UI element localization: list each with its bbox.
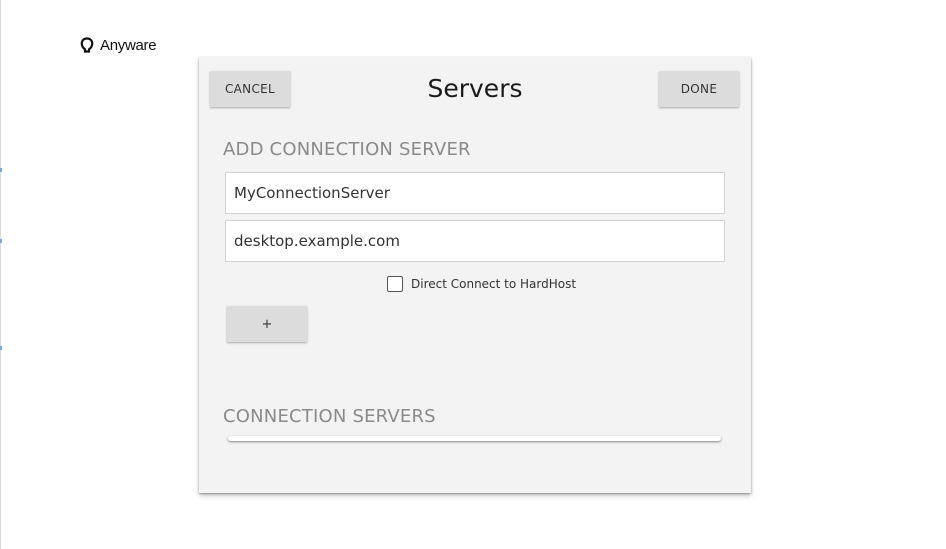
left-panel-marker	[0, 239, 2, 243]
connection-servers-list	[228, 436, 721, 441]
server-name-input[interactable]	[225, 172, 725, 214]
connection-servers-heading: CONNECTION SERVERS	[223, 406, 436, 427]
anyware-logo-icon	[80, 37, 94, 53]
left-panel-marker	[0, 168, 2, 172]
direct-connect-label[interactable]: Direct Connect to HardHost	[411, 277, 576, 291]
direct-connect-row: Direct Connect to HardHost	[387, 275, 576, 293]
brand-name: Anyware	[100, 36, 157, 54]
app-root: Anyware CANCEL Servers DONE ADD CONNECTI…	[0, 0, 946, 549]
left-panel-marker	[0, 346, 2, 350]
direct-connect-checkbox[interactable]	[387, 276, 403, 292]
add-server-button[interactable]: +	[227, 306, 307, 342]
servers-dialog: CANCEL Servers DONE ADD CONNECTION SERVE…	[199, 57, 751, 493]
brand: Anyware	[80, 35, 157, 55]
add-connection-server-heading: ADD CONNECTION SERVER	[223, 139, 471, 160]
server-address-input[interactable]	[225, 220, 725, 262]
left-panel-edge	[0, 0, 1, 549]
done-button[interactable]: DONE	[659, 71, 739, 107]
